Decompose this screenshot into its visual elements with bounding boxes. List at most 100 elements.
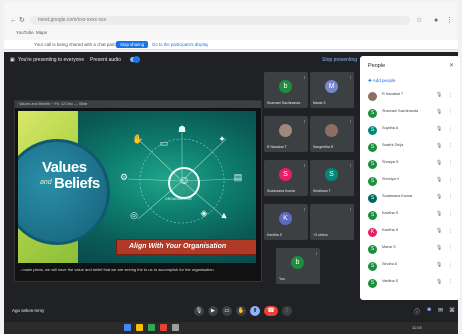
mic-off-icon: ⁝ — [303, 163, 305, 168]
participant-tile[interactable]: ⁝ b You — [276, 248, 320, 284]
participant-tile[interactable]: ⁝ K Kavitha S — [264, 204, 308, 240]
present-icon[interactable]: ⬆ — [250, 306, 260, 316]
address-bar[interactable]: meet.google.com/xxx-xxxx-xxx — [30, 16, 410, 25]
participant-tile[interactable]: ⁝ +3 others — [310, 204, 354, 240]
bookmark-youtube[interactable]: YouTube — [16, 30, 34, 35]
mic-icon[interactable]: 🎙 — [194, 306, 204, 316]
close-icon[interactable]: ✕ — [449, 62, 454, 69]
browser-chrome: ← ↻ meet.google.com/xxx-xxxx-xxx ☆ ● ⋮ Y… — [4, 2, 458, 41]
more-icon[interactable]: ⋮ — [448, 279, 453, 285]
mic-icon[interactable]: 🎙 — [436, 279, 442, 285]
people-row[interactable]: K Kavitha S 🎙 ⋮ — [366, 226, 458, 240]
activities-icon[interactable]: ⌘ — [449, 307, 455, 314]
go-to-display-link[interactable]: Go to the participant's display — [152, 42, 208, 47]
organisation-hub-icon: ☺ — [168, 167, 200, 199]
avatar: S — [279, 168, 292, 181]
more-icon[interactable]: ⋮ — [448, 126, 453, 132]
people-row[interactable]: S Swathi Girija 🎙 ⋮ — [366, 141, 458, 155]
hand-icon: ✋ — [132, 134, 144, 144]
bookmark-maps[interactable]: Maps — [36, 30, 47, 35]
avatar: K — [368, 228, 377, 237]
present-audio-toggle[interactable] — [130, 56, 140, 63]
people-row[interactable]: S Sindhu A 🎙 ⋮ — [366, 260, 458, 274]
mic-icon[interactable]: 🎙 — [436, 109, 442, 115]
people-row[interactable]: S Shriniya V 🎙 ⋮ — [366, 175, 458, 189]
participant-tile[interactable]: ⁝ S Sindhuva T — [310, 160, 354, 196]
people-row[interactable]: S Sudarsana Kumar 🎙 ⋮ — [366, 192, 458, 206]
add-people-button[interactable]: ✚ Add people — [368, 78, 396, 84]
taskbar-app-icon[interactable] — [160, 324, 167, 331]
raise-hand-icon[interactable]: ✋ — [236, 306, 246, 316]
people-row[interactable]: S Sharvani Sachinanda 🎙 ⋮ — [366, 107, 458, 121]
values-circle — [18, 139, 110, 245]
mic-icon[interactable]: 🎙 — [436, 177, 442, 183]
mic-icon[interactable]: 🎙 — [436, 262, 442, 268]
mic-icon[interactable]: 🎙 — [436, 143, 442, 149]
captions-icon[interactable]: ▭ — [222, 306, 232, 316]
profile-icon[interactable]: ● — [434, 16, 438, 25]
avatar: b — [279, 80, 292, 93]
mic-icon[interactable]: 🎙 — [436, 92, 442, 98]
mic-icon[interactable]: 🎙 — [436, 160, 442, 166]
present-audio-label: Present audio — [90, 57, 121, 63]
more-icon[interactable]: ⋮ — [448, 160, 453, 166]
people-panel: People ✕ ✚ Add people R Nanabai T 🎙 ⋮ S Shar… — [360, 56, 460, 300]
more-icon[interactable]: ⋮ — [448, 228, 453, 234]
avatar: S — [368, 194, 377, 203]
stop-sharing-button[interactable]: Stop sharing — [116, 41, 149, 48]
hang-up-button[interactable]: ☎ — [264, 306, 278, 316]
back-icon[interactable]: ← — [10, 16, 17, 25]
participant-tile[interactable]: ⁝ Sangeetha R — [310, 116, 354, 152]
more-icon[interactable]: ⋮ — [448, 143, 453, 149]
people-row[interactable]: S Sujatha A 🎙 ⋮ — [366, 124, 458, 138]
camera-icon[interactable]: ▶ — [208, 306, 218, 316]
info-icon[interactable]: ⓘ — [414, 307, 420, 316]
presentation-view[interactable]: Values and Beliefs ~ Fri, 12 Dec — Slide… — [14, 100, 262, 282]
more-icon[interactable]: ⋮ — [448, 245, 453, 251]
bottom-control-bar: Ago sekos-mmy 🎙 ▶ ▭ ✋ ⬆ ☎ ⋮ ⓘ ☻ ✉ ⌘ — [4, 300, 458, 322]
taskbar-app-icon[interactable] — [124, 324, 131, 331]
more-icon[interactable]: ⋮ — [448, 194, 453, 200]
people-row[interactable]: S Kavitha S 🎙 ⋮ — [366, 209, 458, 223]
people-row[interactable]: R Nanabai T 🎙 ⋮ — [366, 90, 458, 104]
people-title: People — [368, 63, 386, 69]
more-icon[interactable]: ⋮ — [448, 262, 453, 268]
people-row[interactable]: S Shraiya S 🎙 ⋮ — [366, 158, 458, 172]
slide-title-values: Values — [42, 159, 87, 176]
more-icon[interactable]: ⋮ — [282, 306, 292, 316]
more-icon[interactable]: ⋮ — [448, 109, 453, 115]
more-icon[interactable]: ⋮ — [448, 211, 453, 217]
people-icon[interactable]: ☻ — [426, 307, 432, 313]
taskbar-app-icon[interactable] — [148, 324, 155, 331]
taskbar-app-icon[interactable] — [136, 324, 143, 331]
mic-icon[interactable]: 🎙 — [436, 194, 442, 200]
live-caption: ...make plans, we will have the value an… — [19, 267, 215, 272]
participant-name: Sindhu A — [382, 262, 398, 266]
mic-off-icon: ⁝ — [303, 207, 305, 212]
taskbar-clock: 11:03 — [412, 325, 422, 330]
menu-icon[interactable]: ⋮ — [446, 16, 453, 25]
mic-icon[interactable]: 🎙 — [436, 211, 442, 217]
stop-presenting-button[interactable]: Stop presenting — [322, 57, 357, 63]
people-row[interactable]: S Mansi S 🎙 ⋮ — [366, 243, 458, 257]
mic-icon[interactable]: 🎙 — [436, 126, 442, 132]
avatar: S — [368, 211, 377, 220]
gear-icon: ⚙ — [119, 172, 129, 182]
star-icon[interactable]: ☆ — [416, 16, 422, 25]
people-row[interactable]: S Vanitha S 🎙 ⋮ — [366, 277, 458, 291]
participant-tile[interactable]: ⁝ S Sudarsana Kumar — [264, 160, 308, 196]
participant-tile[interactable]: ⁝ b Sharvani Sachinanda — [264, 72, 308, 108]
meet-top-bar: ▣ You're presenting to everyone Present … — [4, 52, 360, 68]
participant-tile[interactable]: ⁝ R Nanabai T — [264, 116, 308, 152]
more-icon[interactable]: ⋮ — [448, 92, 453, 98]
participant-name: Kavitha S — [382, 228, 399, 232]
mic-icon[interactable]: 🎙 — [436, 228, 442, 234]
participant-tile[interactable]: ⁝ M Mansi S — [310, 72, 354, 108]
more-icon[interactable]: ⋮ — [448, 177, 453, 183]
chat-icon[interactable]: ✉ — [438, 307, 443, 314]
presentation-toolbar: Values and Beliefs ~ Fri, 12 Dec — Slide — [15, 101, 261, 108]
taskbar-app-icon[interactable] — [172, 324, 179, 331]
reload-icon[interactable]: ↻ — [19, 16, 25, 25]
add-people-label: Add people — [372, 78, 396, 83]
mic-icon[interactable]: 🎙 — [436, 245, 442, 251]
